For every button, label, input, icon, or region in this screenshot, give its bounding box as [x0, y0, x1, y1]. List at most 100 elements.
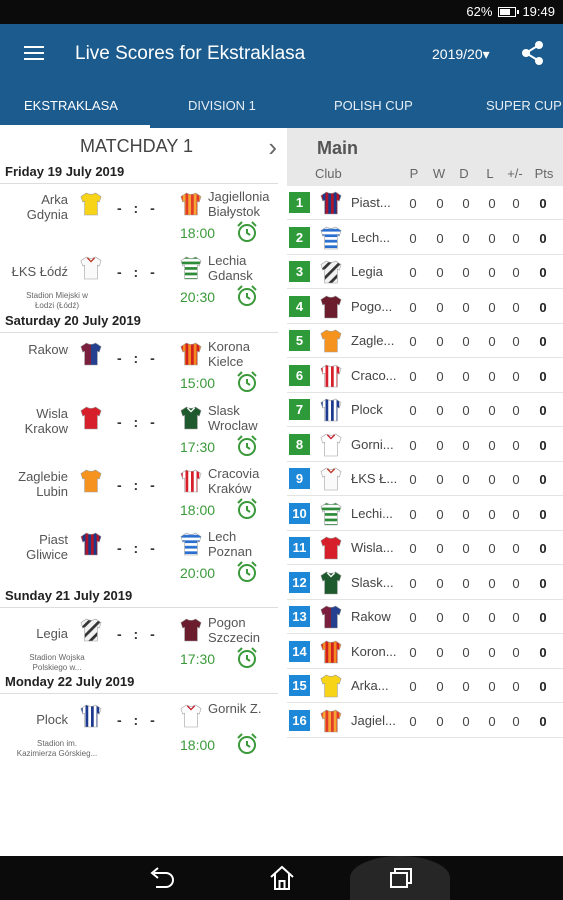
club-name: Pogo...: [351, 298, 393, 314]
stat-l: 0: [488, 334, 496, 349]
stat-d: 0: [462, 334, 470, 349]
alarm-icon[interactable]: [235, 434, 259, 463]
stat-pts: 0: [539, 196, 547, 211]
match-row[interactable]: Rakow - : - Korona Kielce 15:00: [0, 336, 278, 398]
club-shirt-icon: [320, 708, 342, 739]
stat-pts: 0: [539, 713, 547, 729]
clock: 19:49: [522, 4, 555, 19]
club-name: Wisla...: [351, 540, 394, 555]
club-shirt-icon: [320, 190, 342, 221]
club-name: Rakow: [351, 609, 391, 624]
stat-p: 0: [409, 575, 417, 591]
match-row[interactable]: Legia - : - Pogon Szczecin 17:30 Stadion…: [0, 612, 278, 674]
club-shirt-icon: [320, 432, 342, 463]
stat-l: 0: [488, 679, 496, 694]
club-shirt-icon: [320, 535, 342, 566]
club-name: Plock: [351, 402, 383, 417]
season-selector[interactable]: 2019/20▾: [432, 46, 490, 63]
stat-gd: 0: [512, 265, 520, 280]
kickoff-time: 20:30: [180, 289, 216, 305]
tab-polish-cup[interactable]: POLISH CUP: [334, 98, 413, 113]
recents-icon[interactable]: [387, 865, 415, 891]
standings-row[interactable]: 4 Pogo... 000000: [287, 290, 563, 324]
match-row[interactable]: Plock - : - Gornik Z. 18:00 Stadion im. …: [0, 698, 278, 760]
standings-row[interactable]: 9 ŁKS Ł... 0 0 0 0 0 0: [287, 462, 563, 496]
home-team: Arka Gdynia: [26, 192, 68, 222]
match-row[interactable]: Wisla Krakow - : - Slask Wroclaw 17:30: [0, 400, 278, 462]
score: - : -: [117, 264, 159, 280]
home-team: Wisla Krakow: [24, 406, 68, 436]
stat-w: 0: [436, 368, 444, 384]
stat-pts: 0: [539, 299, 547, 315]
day-header: Saturday 20 July 2019: [0, 313, 278, 333]
chevron-right-icon[interactable]: ›: [268, 132, 277, 163]
standings-row[interactable]: 14 Koron... 000000: [287, 635, 563, 669]
stat-w: 0: [436, 403, 444, 418]
stat-w: 0: [436, 610, 444, 625]
match-row[interactable]: Zaglebie Lubin - : - Cracovia Kraków 18:…: [0, 463, 278, 525]
app-bar: Live Scores for Ekstraklasa 2019/20▾: [0, 24, 563, 84]
tab-super-cup[interactable]: SUPER CUP: [486, 98, 562, 113]
position-badge: 3: [289, 261, 310, 282]
away-team: Gornik Z.: [208, 701, 262, 716]
stat-gd: 0: [512, 610, 520, 625]
club-name: Zagle...: [351, 333, 395, 348]
standings-row[interactable]: 8 Gorni... 000000: [287, 428, 563, 462]
position-badge: 11: [289, 537, 310, 558]
alarm-icon[interactable]: [235, 560, 259, 589]
stat-d: 0: [462, 230, 470, 246]
tab-ekstraklasa[interactable]: EKSTRAKLASA: [24, 98, 118, 113]
home-team: Legia: [36, 626, 68, 641]
match-row[interactable]: Piast Gliwice - : - Lech Poznan 20:00: [0, 526, 278, 588]
standings-row[interactable]: 13 Rakow 0 0 0 0 0 0: [287, 600, 563, 634]
home-icon[interactable]: [268, 864, 296, 892]
home-team: Zaglebie Lubin: [18, 469, 68, 499]
standings-row[interactable]: 11 Wisla... 0 0 0 0 0 0: [287, 531, 563, 565]
stat-pts: 0: [539, 368, 547, 384]
tab-division-1[interactable]: DIVISION 1: [188, 98, 256, 113]
alarm-icon[interactable]: [235, 370, 259, 399]
standings-row[interactable]: 7 Plock 0 0 0 0 0 0: [287, 393, 563, 427]
alarm-icon[interactable]: [235, 284, 259, 313]
standings-row[interactable]: 10 Lechi... 000000: [287, 497, 563, 531]
standings-row[interactable]: 15 Arka... 0 0 0 0 0 0: [287, 669, 563, 703]
menu-icon[interactable]: [24, 46, 44, 62]
system-nav-bar: [0, 856, 563, 900]
share-icon[interactable]: [520, 40, 546, 66]
alarm-icon[interactable]: [235, 732, 259, 761]
stat-l: 0: [488, 506, 496, 522]
stat-pts: 0: [539, 610, 547, 625]
stat-gd: 0: [512, 575, 520, 591]
stat-w: 0: [436, 506, 444, 522]
alarm-icon[interactable]: [235, 646, 259, 675]
standings-row[interactable]: 3 Legia 0 0 0 0 0 0: [287, 255, 563, 289]
stat-l: 0: [488, 713, 496, 729]
stat-gd: 0: [512, 334, 520, 349]
standings-row[interactable]: 2 Lech... 000000: [287, 221, 563, 255]
stat-pts: 0: [539, 644, 547, 660]
kickoff-time: 17:30: [180, 439, 216, 455]
alarm-icon[interactable]: [235, 220, 259, 249]
alarm-icon[interactable]: [235, 497, 259, 526]
away-shirt-icon: [180, 255, 202, 286]
stat-pts: 0: [539, 403, 547, 418]
match-row[interactable]: Arka Gdynia - : - Jagiellonia Białystok …: [0, 186, 278, 248]
competition-tabs: EKSTRAKLASA DIVISION 1 POLISH CUP SUPER …: [0, 84, 563, 128]
stat-pts: 0: [539, 230, 547, 246]
standings-row[interactable]: 1 Piast... 0 0 0 0 0 0: [287, 186, 563, 220]
back-icon[interactable]: [148, 866, 176, 890]
standings-row[interactable]: 6 Craco... 000000: [287, 359, 563, 393]
stat-p: 0: [409, 437, 417, 453]
standings-row[interactable]: 12 Slask... 000000: [287, 566, 563, 600]
standings-row[interactable]: 5 Zagle... 0 0 0 0 0 0: [287, 324, 563, 358]
stat-pts: 0: [539, 437, 547, 453]
position-badge: 14: [289, 640, 310, 662]
score: - : -: [117, 626, 159, 642]
club-shirt-icon: [320, 259, 342, 290]
club-shirt-icon: [320, 570, 342, 601]
match-row[interactable]: ŁKS Łódź - : - Lechia Gdansk 20:30 Stadi…: [0, 250, 278, 312]
position-badge: 12: [289, 571, 310, 593]
home-shirt-icon: [80, 255, 102, 286]
home-team: Rakow: [28, 342, 68, 357]
standings-row[interactable]: 16 Jagiel... 000000: [287, 704, 563, 738]
